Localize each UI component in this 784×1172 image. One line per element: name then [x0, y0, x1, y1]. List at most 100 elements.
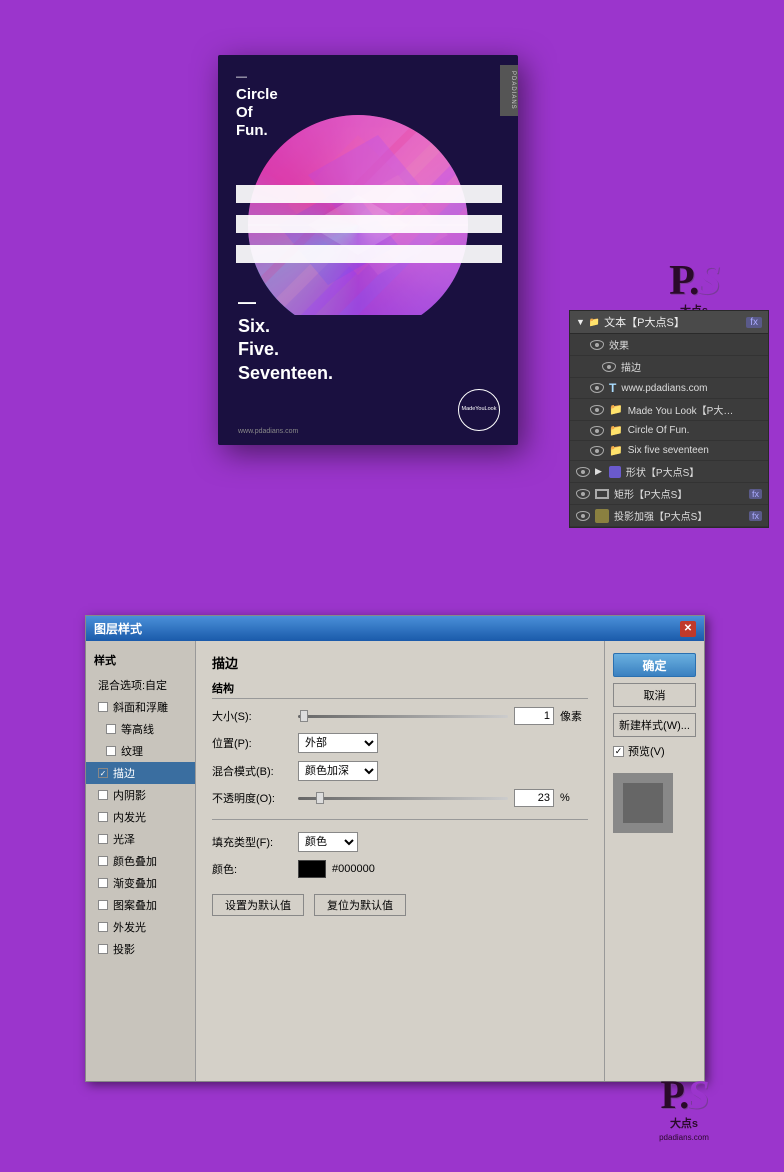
layer-eye — [590, 446, 604, 456]
blend-select[interactable]: 颜色加深 正常 溶解 正片叠底 — [298, 761, 378, 781]
fx-badge: fx — [746, 317, 762, 328]
layer-row[interactable]: 投影加强【P大点S】 fx — [570, 505, 768, 527]
poster-dash: — — [236, 71, 278, 84]
poster-brand: PDADIANS — [500, 65, 518, 116]
divider — [212, 819, 588, 820]
layer-folder-icon: 📁 — [609, 444, 623, 457]
sidebar-item-bevel[interactable]: 斜面和浮雕 — [86, 696, 195, 718]
layer-row[interactable]: 矩形【P大点S】 fx — [570, 483, 768, 505]
sidebar-item-outer-glow[interactable]: 外发光 — [86, 916, 195, 938]
section-title: 描边 — [212, 653, 588, 672]
layer-row[interactable]: 📁 Made You Look【P大… — [570, 399, 768, 421]
layer-icon-t: T — [609, 381, 616, 395]
sidebar-item-contour[interactable]: 等高线 — [86, 718, 195, 740]
layer-label: 形状【P大点S】 — [626, 464, 762, 479]
top-section: — Circle Of Fun. PDADIANS — [0, 0, 784, 590]
sidebar-checkbox[interactable] — [106, 746, 116, 756]
fill-type-select[interactable]: 颜色 渐变 图案 — [298, 832, 358, 852]
layer-eye — [576, 489, 590, 499]
sidebar-checkbox[interactable] — [106, 724, 116, 734]
sidebar-item-texture[interactable]: 纹理 — [86, 740, 195, 762]
new-style-button[interactable]: 新建样式(W)... — [613, 713, 696, 737]
size-input[interactable] — [514, 707, 554, 725]
sidebar-item-stroke[interactable]: 描边 — [86, 762, 195, 784]
sidebar-checkbox[interactable] — [98, 856, 108, 866]
sidebar-label: 内阴影 — [113, 787, 146, 803]
sidebar-checkbox[interactable] — [98, 702, 108, 712]
group-title: 结构 — [212, 680, 588, 699]
layer-row[interactable]: T www.pdadians.com — [570, 378, 768, 399]
reset-default-button[interactable]: 复位为默认值 — [314, 894, 406, 916]
layers-header: ▼ 📁 文本【P大点S】 fx — [570, 311, 768, 334]
opacity-slider[interactable] — [298, 797, 508, 800]
size-slider-thumb[interactable] — [300, 710, 308, 722]
layer-folder-icon: 📁 — [609, 403, 623, 416]
color-label: 颜色: — [212, 861, 292, 877]
logo-bottom-domain: pdadians.com — [624, 1133, 744, 1142]
layer-fx-badge: fx — [749, 489, 762, 499]
layer-label: Made You Look【P大… — [628, 402, 762, 417]
sidebar-title: 样式 — [86, 649, 195, 674]
sidebar-checkbox-checked[interactable] — [98, 768, 108, 778]
sidebar-item-satin[interactable]: 光泽 — [86, 828, 195, 850]
color-hex: #000000 — [332, 863, 375, 875]
sidebar-checkbox[interactable] — [98, 834, 108, 844]
layer-row[interactable]: ▶ 形状【P大点S】 — [570, 461, 768, 483]
layer-eye — [602, 362, 616, 372]
layer-row[interactable]: 📁 Six five seventeen — [570, 441, 768, 461]
opacity-label: 不透明度(O): — [212, 790, 292, 806]
sidebar-checkbox[interactable] — [98, 900, 108, 910]
preview-checkbox[interactable]: ✓ — [613, 746, 624, 757]
cancel-button[interactable]: 取消 — [613, 683, 696, 707]
dialog-titlebar: 图层样式 ✕ — [86, 616, 704, 641]
dialog-main: 描边 结构 大小(S): 像素 位置(P): 外部 内部 — [196, 641, 604, 1081]
sidebar-checkbox[interactable] — [98, 790, 108, 800]
sidebar-item-drop-shadow[interactable]: 投影 — [86, 938, 195, 960]
sidebar-label: 图案叠加 — [113, 897, 157, 913]
color-swatch[interactable] — [298, 860, 326, 878]
poster-artwork: — Circle Of Fun. PDADIANS — [218, 55, 518, 445]
sidebar-item-pattern-overlay[interactable]: 图案叠加 — [86, 894, 195, 916]
sidebar-item-gradient-overlay[interactable]: 渐变叠加 — [86, 872, 195, 894]
poster-badge: Made You Look — [458, 389, 500, 431]
sidebar-checkbox[interactable] — [98, 922, 108, 932]
fill-type-label: 填充类型(F): — [212, 834, 292, 850]
sidebar-item-inner-shadow[interactable]: 内阴影 — [86, 784, 195, 806]
layer-eye — [590, 340, 604, 350]
sidebar-label: 内发光 — [113, 809, 146, 825]
poster-six-text: — Six. Five. Seventeen. — [238, 291, 333, 385]
sidebar-item-color-overlay[interactable]: 颜色叠加 — [86, 850, 195, 872]
layer-icon-rect — [595, 489, 609, 499]
sidebar-checkbox[interactable] — [98, 878, 108, 888]
set-default-button[interactable]: 设置为默认值 — [212, 894, 304, 916]
dialog-close-button[interactable]: ✕ — [680, 621, 696, 637]
sidebar-item-blend[interactable]: 混合选项:自定 — [86, 674, 195, 696]
opacity-row: 不透明度(O): % — [212, 789, 588, 807]
ok-button[interactable]: 确定 — [613, 653, 696, 677]
poster-bar-2 — [236, 215, 502, 233]
sidebar-item-inner-glow[interactable]: 内发光 — [86, 806, 195, 828]
opacity-slider-thumb[interactable] — [316, 792, 324, 804]
opacity-input[interactable] — [514, 789, 554, 807]
dialog-title: 图层样式 — [94, 620, 142, 637]
size-unit: 像素 — [560, 708, 588, 724]
layer-label: 效果 — [609, 337, 762, 352]
fill-type-row: 填充类型(F): 颜色 渐变 图案 — [212, 832, 588, 852]
layer-row[interactable]: 描边 — [570, 356, 768, 378]
layer-row[interactable]: 效果 — [570, 334, 768, 356]
logo-main-text: P.S — [669, 260, 719, 302]
layer-label: www.pdadians.com — [621, 383, 762, 394]
sidebar-checkbox[interactable] — [98, 812, 108, 822]
bottom-section: 图层样式 ✕ 样式 混合选项:自定 斜面和浮雕 等高线 — [0, 590, 784, 1172]
size-label: 大小(S): — [212, 708, 292, 724]
layer-fx-badge: fx — [749, 511, 762, 521]
position-label: 位置(P): — [212, 735, 292, 751]
position-select[interactable]: 外部 内部 居中 — [298, 733, 378, 753]
layer-row[interactable]: 📁 Circle Of Fun. — [570, 421, 768, 441]
layer-label: 描边 — [621, 359, 762, 374]
size-slider[interactable] — [298, 715, 508, 718]
layer-label: 矩形【P大点S】 — [614, 486, 744, 501]
sidebar-label: 斜面和浮雕 — [113, 699, 168, 715]
sidebar-checkbox[interactable] — [98, 944, 108, 954]
expand-arrow: ▼ — [576, 317, 585, 327]
